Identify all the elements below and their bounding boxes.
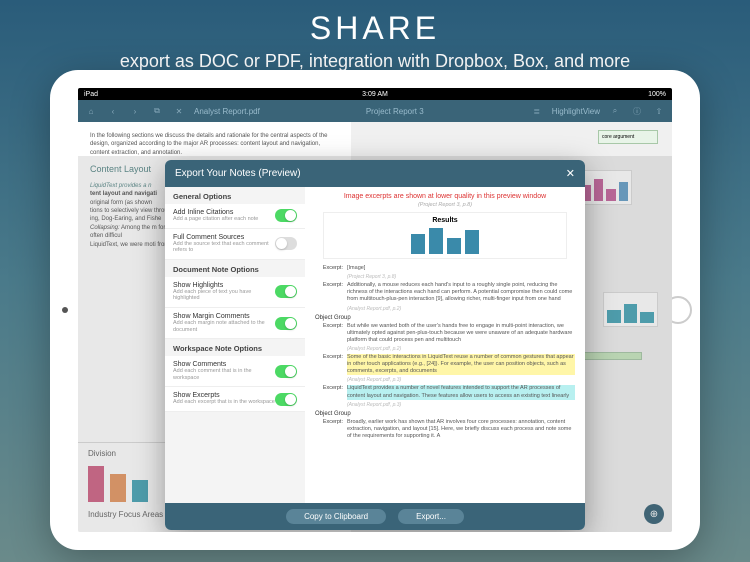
toggle-switch[interactable] xyxy=(275,393,297,406)
excerpt-label: Excerpt: xyxy=(315,323,343,344)
results-chart-box: Results xyxy=(323,212,567,259)
excerpt-label: Excerpt: xyxy=(315,265,343,272)
app-screen: iPad 3:09 AM 100% ⌂ ‹ › ⧉ ✕ Analyst Repo… xyxy=(78,88,672,532)
results-title: Results xyxy=(328,217,562,224)
excerpt-label: Excerpt: xyxy=(315,354,343,375)
promo-title: SHARE xyxy=(0,0,750,47)
export-button[interactable]: Export... xyxy=(398,509,464,524)
option-show-excerpts[interactable]: Show Excerpts Add each excerpt that is i… xyxy=(165,387,305,412)
ipad-frame: iPad 3:09 AM 100% ⌂ ‹ › ⧉ ✕ Analyst Repo… xyxy=(50,70,700,550)
option-show-comments[interactable]: Show Comments Add each comment that is i… xyxy=(165,356,305,387)
forward-icon[interactable]: › xyxy=(128,104,142,118)
excerpt-label: Excerpt: xyxy=(315,419,343,440)
bar xyxy=(465,230,479,254)
info-icon[interactable]: ⓘ xyxy=(630,104,644,118)
preview-panel[interactable]: Image excerpts are shown at lower qualit… xyxy=(305,187,585,503)
highlight-view[interactable]: HighlightView xyxy=(552,107,600,116)
copy-clipboard-button[interactable]: Copy to Clipboard xyxy=(286,509,386,524)
object-group-label: Object Group xyxy=(315,315,575,321)
sticky-note[interactable]: core argument xyxy=(598,130,658,144)
excerpt-source: (Analyst Report.pdf, p.3) xyxy=(347,377,575,383)
excerpt-text: LiquidText provides a number of novel fe… xyxy=(347,385,575,399)
share-icon[interactable]: ⇧ xyxy=(652,104,666,118)
doc-tab-center[interactable]: Project Report 3 xyxy=(366,107,424,116)
object-group-label: Object Group xyxy=(315,411,575,417)
results-chart xyxy=(328,226,562,254)
excerpt-row: Excerpt: LiquidText provides a number of … xyxy=(315,385,575,399)
excerpt-label: Excerpt: xyxy=(315,282,343,303)
promo-subtitle: export as DOC or PDF, integration with D… xyxy=(0,51,750,72)
option-show-highlights[interactable]: Show Highlights Add each piece of text y… xyxy=(165,277,305,308)
toggle-switch[interactable] xyxy=(275,209,297,222)
preview-source: (Project Report 3, p.8) xyxy=(315,202,575,208)
option-show-margin[interactable]: Show Margin Comments Add each margin not… xyxy=(165,308,305,339)
excerpt-row: Excerpt:Some of the basic interactions i… xyxy=(315,354,575,375)
option-desc: Add each comment that is in the workspac… xyxy=(173,368,275,381)
copy-icon[interactable]: ⧉ xyxy=(150,104,164,118)
excerpt-text: Some of the basic interactions in Liquid… xyxy=(347,354,575,375)
home-icon[interactable]: ⌂ xyxy=(84,104,98,118)
excerpt-row: Excerpt:Broadly, earlier work has shown … xyxy=(315,419,575,440)
excerpt-source: (Analyst Report.pdf, p.2) xyxy=(347,306,575,312)
section-header: General Options xyxy=(165,187,305,204)
export-modal: Export Your Notes (Preview) ✕ General Op… xyxy=(165,160,585,530)
excerpt-text: [Image] xyxy=(347,265,575,272)
excerpt-label: Excerpt: xyxy=(315,385,343,399)
toggle-switch[interactable] xyxy=(275,317,297,330)
status-device: iPad xyxy=(84,91,98,98)
option-label: Add Inline Citations xyxy=(173,209,275,216)
option-label: Show Margin Comments xyxy=(173,313,275,320)
section-header: Workspace Note Options xyxy=(165,339,305,356)
preview-warning: Image excerpts are shown at lower qualit… xyxy=(315,193,575,200)
excerpt-row: Excerpt:But while we wanted both of the … xyxy=(315,323,575,344)
modal-body: General Options Add Inline Citations Add… xyxy=(165,187,585,503)
bar xyxy=(411,234,425,254)
excerpt-text: But while we wanted both of the user's h… xyxy=(347,323,575,344)
back-icon[interactable]: ‹ xyxy=(106,104,120,118)
status-time: 3:09 AM xyxy=(362,91,388,98)
option-full-sources[interactable]: Full Comment Sources Add the source text… xyxy=(165,229,305,260)
camera-icon xyxy=(62,307,68,313)
search-icon[interactable]: ⌕ xyxy=(608,104,622,118)
option-desc: Add the source text that each comment re… xyxy=(173,241,275,254)
excerpt-row: Excerpt: [Image] xyxy=(315,265,575,272)
modal-overlay: Export Your Notes (Preview) ✕ General Op… xyxy=(78,156,672,532)
excerpt-row: Excerpt:Additionally, a mouse reduces ea… xyxy=(315,282,575,303)
toggle-switch[interactable] xyxy=(275,237,297,250)
doc-tab-left[interactable]: Analyst Report.pdf xyxy=(194,107,260,116)
option-desc: Add a page citation after each note xyxy=(173,216,275,223)
option-inline-citations[interactable]: Add Inline Citations Add a page citation… xyxy=(165,204,305,229)
excerpt-source: (Analyst Report.pdf, p.3) xyxy=(347,402,575,408)
option-desc: Add each excerpt that is in the workspac… xyxy=(173,399,275,406)
option-label: Show Comments xyxy=(173,361,275,368)
excerpt-source: (Analyst Report.pdf, p.2) xyxy=(347,346,575,352)
excerpt-text: Broadly, earlier work has shown that AR … xyxy=(347,419,575,440)
option-label: Full Comment Sources xyxy=(173,234,275,241)
option-desc: Add each margin note attached to the doc… xyxy=(173,320,275,333)
options-panel[interactable]: General Options Add Inline Citations Add… xyxy=(165,187,305,503)
toggle-switch[interactable] xyxy=(275,285,297,298)
option-label: Show Excerpts xyxy=(173,392,275,399)
bar xyxy=(447,238,461,254)
excerpts-list: Excerpt: [Image] (Project Report 3, p.8) Ex… xyxy=(315,265,575,440)
app-body: In the following sections we discuss the… xyxy=(78,122,672,532)
modal-title: Export Your Notes (Preview) xyxy=(175,168,301,179)
excerpt-source: (Project Report 3, p.8) xyxy=(347,274,575,280)
doc-paragraph: In the following sections we discuss the… xyxy=(90,132,339,157)
app-toolbar: ⌂ ‹ › ⧉ ✕ Analyst Report.pdf Project Rep… xyxy=(78,100,672,122)
status-battery: 100% xyxy=(648,91,666,98)
modal-footer: Copy to Clipboard Export... xyxy=(165,503,585,530)
list-icon[interactable]: ≣ xyxy=(530,104,544,118)
status-bar: iPad 3:09 AM 100% xyxy=(78,88,672,100)
modal-header: Export Your Notes (Preview) ✕ xyxy=(165,160,585,187)
section-header: Document Note Options xyxy=(165,260,305,277)
excerpt-text: Additionally, a mouse reduces each hand'… xyxy=(347,282,575,303)
option-desc: Add each piece of text you have highligh… xyxy=(173,289,275,302)
bar xyxy=(429,228,443,254)
option-label: Show Highlights xyxy=(173,282,275,289)
close-doc-icon[interactable]: ✕ xyxy=(172,104,186,118)
toggle-switch[interactable] xyxy=(275,365,297,378)
close-icon[interactable]: ✕ xyxy=(566,167,575,180)
